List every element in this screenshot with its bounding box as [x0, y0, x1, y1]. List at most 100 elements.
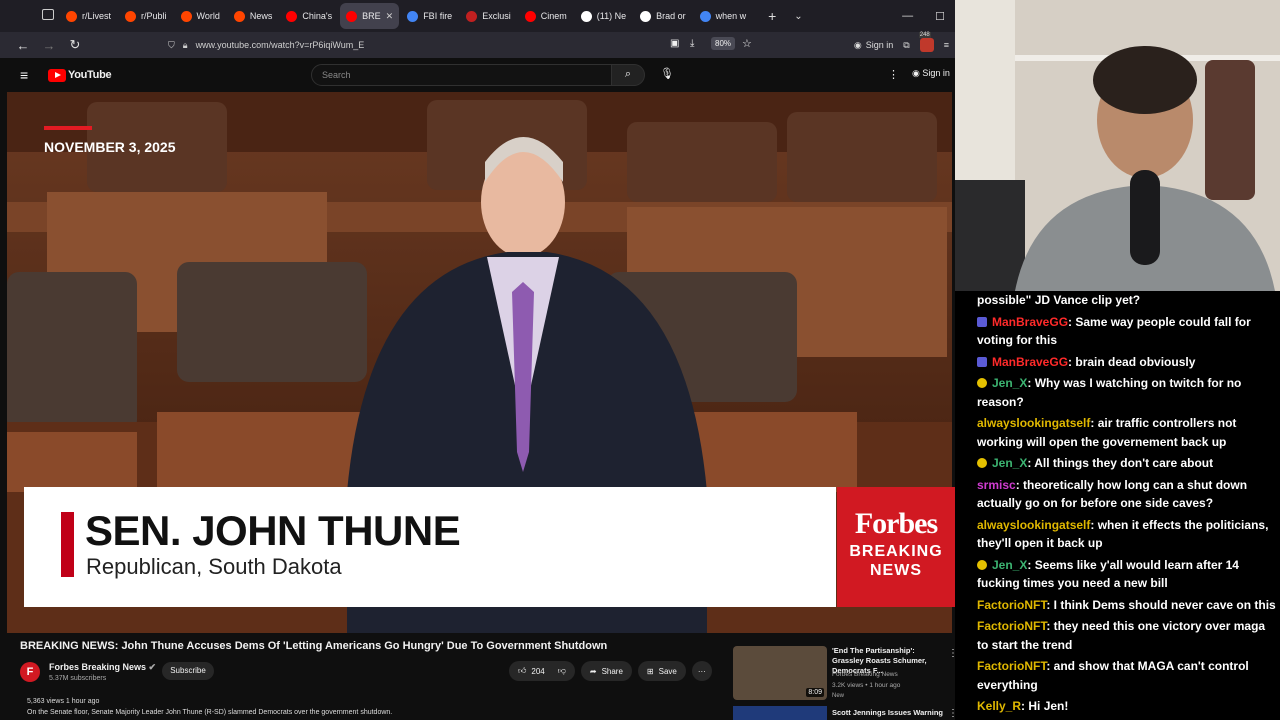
chat-username[interactable]: FactorioNFT	[977, 598, 1046, 612]
zoom-level[interactable]: 80%	[711, 37, 736, 50]
save-label: Save	[658, 666, 677, 676]
browser-tab[interactable]: Exclusi	[460, 3, 517, 29]
news-text: NEWS	[870, 562, 922, 579]
url-text[interactable]: www.youtube.com/watch?v=rP6iqiWum_E	[196, 40, 365, 50]
recommended-meta: 3.2K views • 1 hour ago	[832, 682, 901, 689]
save-icon: ⊞	[646, 666, 654, 676]
tab-favicon-icon	[466, 10, 478, 22]
browser-tab[interactable]: News	[228, 3, 279, 29]
browser-tab[interactable]: (11) Ne	[575, 3, 632, 29]
chat-message: possible" JD Vance clip yet?	[977, 291, 1277, 310]
chat-username[interactable]: Jen_X	[992, 456, 1027, 470]
close-tab-icon[interactable]: ✕	[386, 11, 394, 22]
browser-tab[interactable]: Cinem	[519, 3, 573, 29]
video-title: BREAKING NEWS: John Thune Accuses Dems O…	[20, 640, 608, 652]
recommended-more-icon-2[interactable]: ⋮	[948, 708, 955, 719]
tab-bar: r/Livest r/Publi World News China's BRE ✕ FBI f…	[0, 0, 955, 32]
extension-badge[interactable]: 248	[918, 32, 934, 52]
chat-message: Jen_X: Seems like y'all would learn afte…	[977, 556, 1277, 593]
back-icon[interactable]: ←	[10, 38, 36, 53]
channel-avatar[interactable]: F	[20, 662, 40, 682]
share-button[interactable]: ➦ Share	[580, 661, 632, 681]
browser-sign-in[interactable]: Sign in	[866, 40, 894, 50]
chat-username[interactable]: ManBraveGG	[992, 355, 1068, 369]
moderator-badge-icon[interactable]	[977, 356, 987, 367]
youtube-sign-in-label: Sign in	[922, 68, 950, 78]
recommended-thumbnail-2[interactable]	[733, 706, 827, 720]
subscriber-badge-icon[interactable]	[977, 378, 987, 388]
save-button[interactable]: ⊞ Save	[637, 661, 686, 681]
tab-favicon-icon	[407, 10, 419, 22]
tab-favicon-icon	[233, 10, 245, 22]
description-snippet[interactable]: On the Senate floor, Senate Majority Lea…	[27, 709, 392, 716]
youtube-play-icon	[48, 68, 66, 82]
more-actions-button[interactable]: ···	[691, 661, 712, 681]
tab-favicon-icon	[580, 10, 592, 22]
chat-username[interactable]: srmisc	[977, 478, 1016, 492]
bookmark-star-icon[interactable]: ☆	[742, 37, 752, 50]
like-button[interactable]: 👍︎ 204 👎︎	[509, 661, 575, 681]
maximize-icon[interactable]: ☐	[935, 10, 945, 23]
lock-icon: 🔒︎	[182, 39, 188, 50]
browser-tab[interactable]: r/Publi	[119, 3, 173, 29]
chat-username[interactable]: Kelly_R	[977, 699, 1021, 713]
chat-username[interactable]: alwayslookingatself	[977, 416, 1090, 430]
forward-icon[interactable]: →	[36, 38, 62, 53]
browser-window: r/Livest r/Publi World News China's BRE ✕ FBI f…	[0, 0, 955, 720]
tab-list-chevron-icon[interactable]: ⌄	[794, 11, 802, 22]
more-options-icon[interactable]: ⋮	[888, 68, 899, 81]
forbes-wordmark: Forbes	[854, 507, 938, 540]
youtube-header: ≡ YouTube Search ⌕ 🎙︎ ⋮ ◉ Sign in	[0, 58, 955, 92]
youtube-logo[interactable]: YouTube	[48, 68, 112, 82]
new-tab-icon[interactable]: +	[768, 8, 776, 24]
moderator-badge-icon[interactable]	[977, 316, 987, 327]
search-input[interactable]: Search	[311, 64, 612, 86]
new-badge: New	[832, 693, 845, 699]
chat-username[interactable]: ManBraveGG	[992, 315, 1068, 329]
hamburger-icon[interactable]: ≡	[20, 67, 38, 83]
microphone-icon[interactable]: 🎙︎	[660, 67, 674, 80]
subscriber-badge-icon[interactable]	[977, 559, 987, 570]
dislike-icon[interactable]: 👎︎	[558, 666, 566, 676]
channel-name[interactable]: Forbes Breaking News ✔	[49, 662, 156, 673]
account-icon[interactable]: ◉	[854, 40, 862, 51]
date-accent-line	[44, 126, 92, 130]
thumbs-up-icon: 👍︎	[518, 666, 527, 675]
subscriber-count: 5.37M subscribers	[49, 675, 107, 682]
reload-icon[interactable]: ↻	[62, 37, 88, 53]
browser-tab[interactable]: China's	[280, 3, 338, 29]
recommended-title-2[interactable]: Scott Jennings Issues Warning	[832, 708, 943, 717]
chat-text: : theoretically how long can a shut down…	[977, 477, 1248, 511]
reader-view-icon[interactable]: ▣	[670, 38, 679, 49]
recommended-thumbnail[interactable]: 8:09	[733, 646, 827, 700]
browser-tab[interactable]: FBI fire	[401, 3, 458, 29]
youtube-sign-in[interactable]: ◉ Sign in	[912, 68, 950, 79]
chat-message: alwayslookingatself: when it effects the…	[977, 516, 1277, 553]
browser-tab[interactable]: BRE ✕	[340, 3, 400, 29]
minimize-icon[interactable]: —	[902, 10, 913, 22]
browser-tab[interactable]: r/Livest	[60, 3, 117, 29]
tab-label: News	[249, 11, 273, 21]
subscriber-badge-icon[interactable]	[977, 458, 987, 468]
tab-favicon-icon	[346, 10, 358, 22]
chat-username[interactable]: alwayslookingatself	[977, 518, 1090, 532]
lower-third-accent	[61, 512, 74, 577]
chat-username[interactable]: Jen_X	[992, 558, 1027, 572]
save-page-icon[interactable]: ⤓	[690, 38, 694, 49]
badge-count: 248	[918, 32, 931, 38]
browser-tab[interactable]: Brad or	[634, 3, 692, 29]
search-icon[interactable]: ⌕	[611, 64, 645, 86]
chat-username[interactable]: FactorioNFT	[977, 619, 1046, 633]
recommended-channel: Forbes Breaking News	[832, 671, 898, 678]
chat-username[interactable]: Jen_X	[992, 376, 1027, 390]
shield-icon[interactable]: ⛉	[168, 40, 175, 51]
chat-username[interactable]: FactorioNFT	[977, 659, 1046, 673]
recommended-more-icon[interactable]: ⋮	[948, 648, 955, 659]
browser-tab[interactable]: when w	[694, 3, 753, 29]
tab-overview-icon[interactable]	[42, 9, 54, 20]
extensions-icon[interactable]: ⧉	[903, 40, 909, 51]
subscribe-button[interactable]: Subscribe	[162, 662, 214, 680]
menu-icon[interactable]: ≡	[944, 40, 949, 50]
nav-bar: ← → ↻ ⛉ 🔒︎ www.youtube.com/watch?v=rP6iq…	[0, 32, 955, 58]
browser-tab[interactable]: World	[175, 3, 226, 29]
